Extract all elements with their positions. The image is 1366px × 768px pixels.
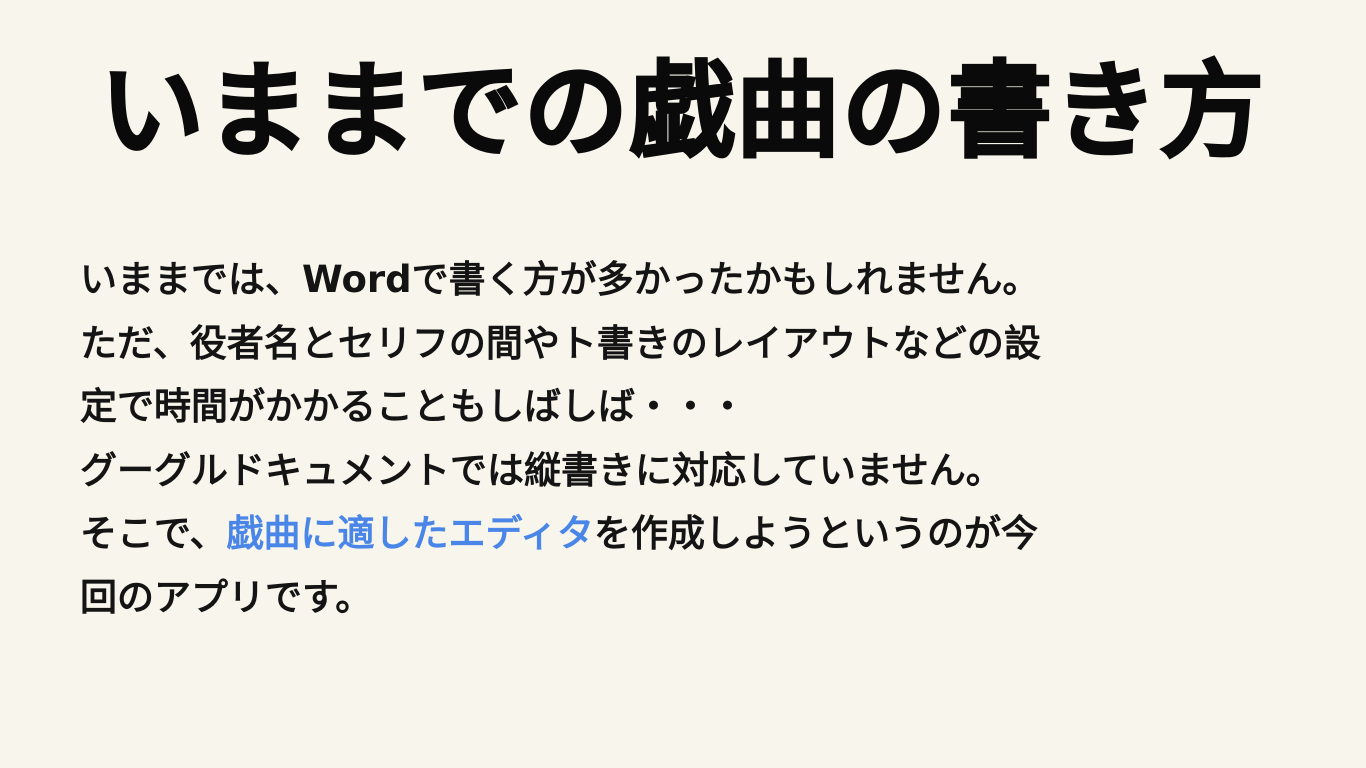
slide-title: いままでの戯曲の書き方 (99, 49, 1266, 174)
body-line: ただ、役者名とセリフの間やト書きのレイアウトなどの設 (80, 321, 1041, 365)
body-line: 定で時間がかかることもしばしば・・・ (80, 385, 746, 428)
slide-body: いままでは、Wordで書く方が多かったかもしれません。 ただ、役者名とセリフの間… (80, 248, 1290, 629)
body-text: を作成しようというのが今 (593, 512, 1038, 555)
body-line: いままでは、Wordで書く方が多かったかもしれません。 (80, 258, 1040, 301)
body-text: そこで、 (80, 512, 227, 555)
slide: いままでの戯曲の書き方 いままでは、Wordで書く方が多かったかもしれません。 … (0, 0, 1366, 768)
body-line: グーグルドキュメントでは縦書きに対応していません。 (80, 448, 1003, 492)
body-line-with-highlight: そこで、戯曲に適したエディタを作成しようというのが今 (80, 502, 1290, 566)
highlighted-text: 戯曲に適したエディタ (226, 512, 594, 555)
body-line: 回のアプリです。 (80, 575, 373, 619)
